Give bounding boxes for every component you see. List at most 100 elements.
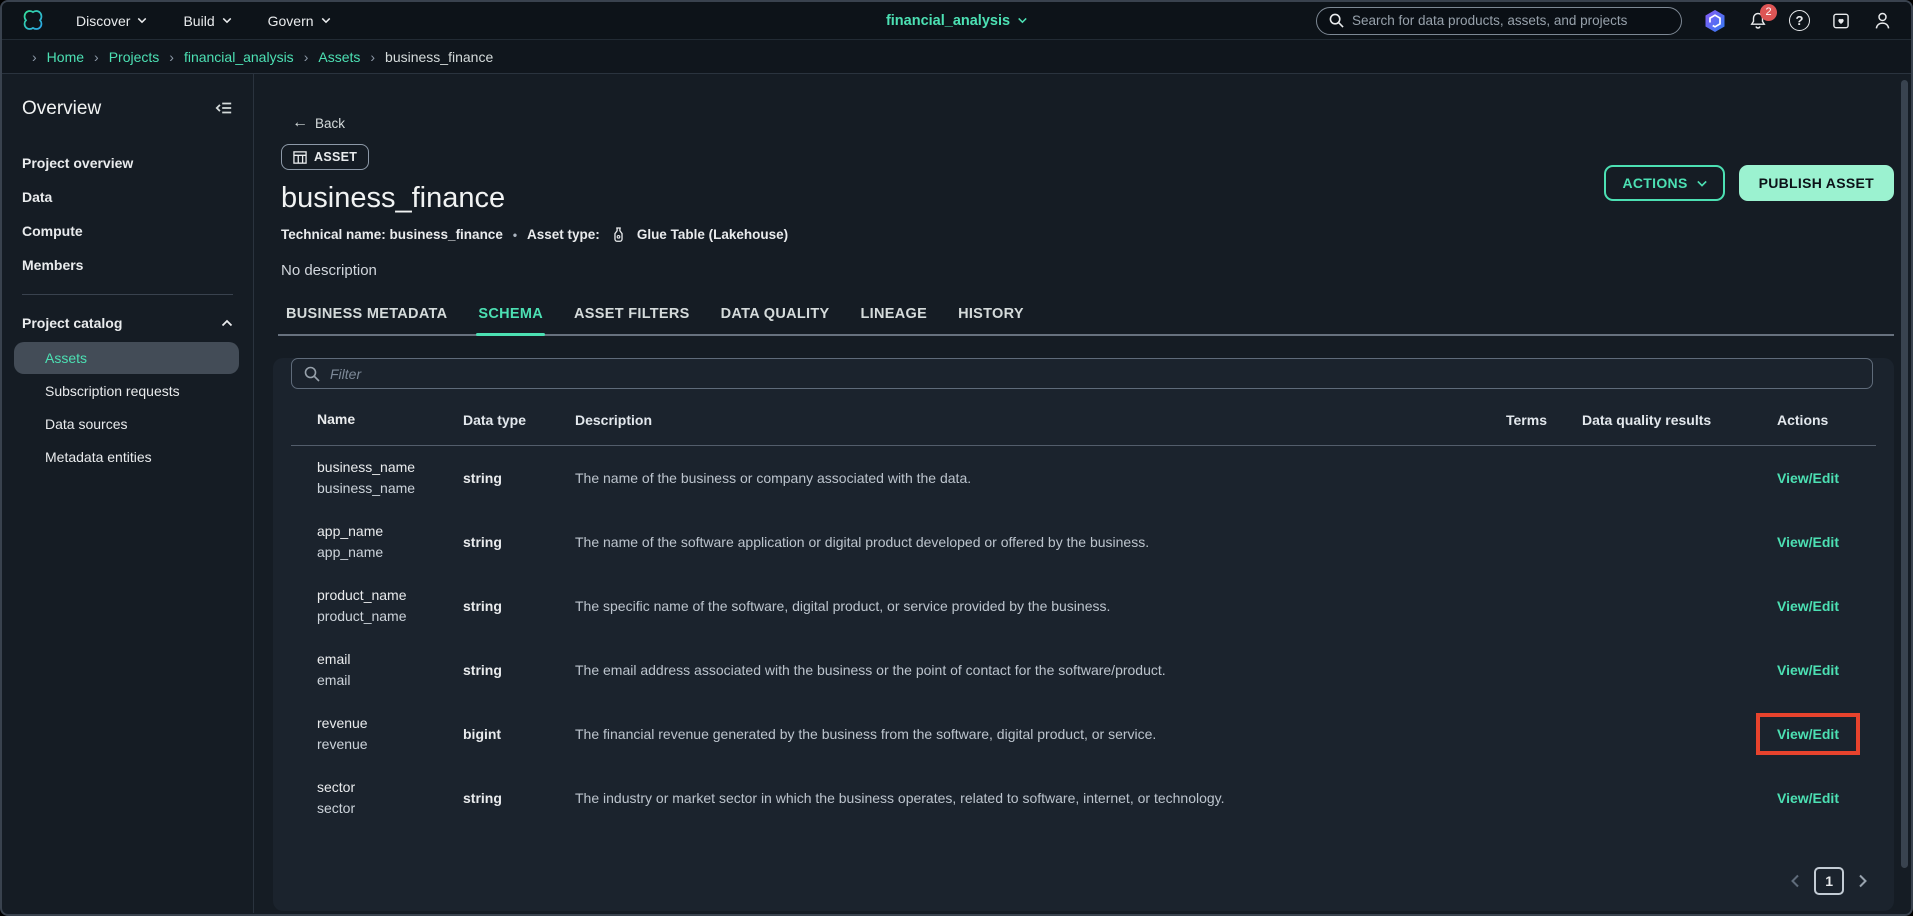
breadcrumb-separator: ›	[370, 48, 376, 65]
back-button[interactable]: ← Back	[292, 114, 345, 132]
cell-technical-name: email	[317, 672, 351, 688]
sidebar-item[interactable]: Compute	[2, 214, 253, 248]
search-input[interactable]	[1352, 13, 1669, 28]
view-edit-link[interactable]: View/Edit	[1777, 534, 1839, 550]
tab[interactable]: HISTORY	[956, 306, 1026, 334]
project-selector-dropdown[interactable]: financial_analysis	[886, 13, 1027, 29]
cell-name: business_name business_name	[317, 459, 416, 496]
cell-actions: View/Edit	[1777, 534, 1876, 550]
sidebar-section-project-catalog[interactable]: Project catalog	[2, 305, 253, 341]
tab[interactable]: LINEAGE	[859, 306, 930, 334]
tab[interactable]: SCHEMA	[476, 306, 545, 336]
cell-name: product_name product_name	[317, 587, 407, 624]
question-mark-icon: ?	[1795, 13, 1804, 28]
breadcrumb-item: › Assets	[294, 49, 361, 65]
view-edit-link[interactable]: View/Edit	[1777, 662, 1839, 678]
breadcrumb-link[interactable]: Assets	[318, 49, 360, 65]
tab[interactable]: ASSET FILTERS	[572, 306, 692, 334]
sidebar-item[interactable]: Project overview	[2, 146, 253, 180]
feedback-button[interactable]	[1831, 11, 1851, 31]
tab[interactable]: BUSINESS METADATA	[284, 306, 449, 334]
cell-actions: View/Edit	[1777, 790, 1876, 806]
sidebar-subitem[interactable]: Subscription requests	[14, 375, 239, 407]
tab[interactable]: DATA QUALITY	[719, 306, 832, 334]
column-header-quality: Data quality results	[1582, 411, 1712, 428]
cell-description: The name of the software application or …	[575, 534, 1150, 550]
highlight-box: View/Edit	[1777, 470, 1839, 486]
highlight-box: View/Edit	[1777, 598, 1839, 614]
highlight-box: View/Edit	[1777, 790, 1839, 806]
sidebar-divider	[22, 294, 233, 295]
view-edit-link[interactable]: View/Edit	[1777, 470, 1839, 486]
asset-meta: Technical name: business_finance • Asset…	[281, 227, 1894, 242]
next-page-icon[interactable]	[1858, 874, 1868, 888]
cell-description: The email address associated with the bu…	[575, 662, 1166, 678]
schema-panel: Name Data type Description Terms Data qu…	[273, 358, 1894, 911]
chevron-down-icon	[1017, 17, 1027, 24]
asset-description: No description	[281, 262, 377, 279]
meta-bullet: •	[512, 227, 518, 242]
actions-button[interactable]: ACTIONS	[1604, 165, 1725, 201]
sidebar-subitem[interactable]: Data sources	[14, 408, 239, 440]
cell-data-type: string	[463, 470, 502, 486]
sidebar-item[interactable]: Data	[2, 180, 253, 214]
asset-type-value: Glue Table (Lakehouse)	[636, 227, 789, 242]
filter-box	[291, 358, 1873, 389]
breadcrumb-item: › Home	[22, 49, 84, 65]
vertical-scrollbar[interactable]	[1901, 80, 1908, 868]
table-row: business_name business_name string The n…	[291, 446, 1876, 510]
sidebar-subitem[interactable]: Metadata entities	[14, 441, 239, 473]
technical-name: Technical name: business_finance	[281, 227, 503, 242]
collapse-panel-icon[interactable]	[215, 100, 233, 119]
cell-description: The industry or market sector in which t…	[575, 790, 1225, 806]
cell-name: app_name app_name	[317, 523, 384, 560]
nav-menu-item[interactable]: Build	[183, 13, 231, 29]
page-number-button[interactable]: 1	[1814, 867, 1844, 895]
view-edit-link[interactable]: View/Edit	[1777, 726, 1839, 742]
table-body: business_name business_name string The n…	[291, 446, 1876, 830]
cell-technical-name: sector	[317, 800, 356, 816]
previous-page-icon[interactable]	[1790, 874, 1800, 888]
table-row: sector sector string The industry or mar…	[291, 766, 1876, 830]
notifications-button[interactable]: 2	[1748, 3, 1777, 31]
cell-technical-name: business_name	[317, 480, 416, 496]
cell-data-type: string	[463, 790, 502, 806]
cell-actions: View/Edit	[1777, 662, 1876, 678]
cell-data-type: string	[463, 534, 502, 550]
back-arrow-icon: ←	[292, 114, 308, 131]
chevron-down-icon	[138, 17, 147, 24]
breadcrumb-separator: ›	[32, 48, 37, 65]
view-edit-link[interactable]: View/Edit	[1777, 598, 1839, 614]
cell-description: The name of the business or company asso…	[575, 470, 972, 486]
sidebar-item[interactable]: Members	[2, 248, 253, 282]
breadcrumb-separator: ›	[303, 48, 309, 65]
publish-asset-button[interactable]: PUBLISH ASSET	[1738, 165, 1894, 201]
app-logo-icon[interactable]	[20, 8, 46, 34]
cell-name: email email	[317, 651, 351, 688]
view-edit-link[interactable]: View/Edit	[1777, 790, 1839, 806]
breadcrumb-link[interactable]: financial_analysis	[184, 49, 294, 65]
user-icon	[1875, 12, 1890, 29]
main-content: ← Back ASSET business_finance Technical …	[254, 74, 1911, 913]
table-icon	[293, 150, 307, 164]
breadcrumb-link[interactable]: Home	[47, 49, 84, 65]
help-button[interactable]: ?	[1789, 10, 1810, 31]
cell-name: revenue revenue	[317, 715, 368, 752]
table-row: app_name app_name string The name of the…	[291, 510, 1876, 574]
column-header-terms: Terms	[1506, 411, 1547, 428]
breadcrumb-link[interactable]: business_finance	[385, 49, 493, 65]
top-navigation: Discover Build Govern financial_analysis	[2, 2, 1911, 40]
header-actions: ACTIONS PUBLISH ASSET	[1604, 165, 1894, 201]
highlight-box: View/Edit	[1777, 662, 1839, 678]
sidebar-subitem[interactable]: Assets	[14, 342, 239, 374]
filter-input[interactable]	[330, 365, 1860, 382]
user-menu-button[interactable]	[1872, 10, 1893, 31]
chevron-down-icon	[321, 17, 330, 24]
amazon-q-button[interactable]	[1703, 9, 1727, 33]
cell-technical-name: app_name	[317, 544, 384, 560]
nav-menu-item[interactable]: Govern	[268, 13, 331, 29]
breadcrumb: › Home › Projects › financial_analysis ›…	[2, 40, 1911, 74]
nav-menu-item[interactable]: Discover	[76, 13, 147, 29]
breadcrumb-item: › business_finance	[360, 49, 493, 65]
breadcrumb-link[interactable]: Projects	[109, 49, 160, 65]
